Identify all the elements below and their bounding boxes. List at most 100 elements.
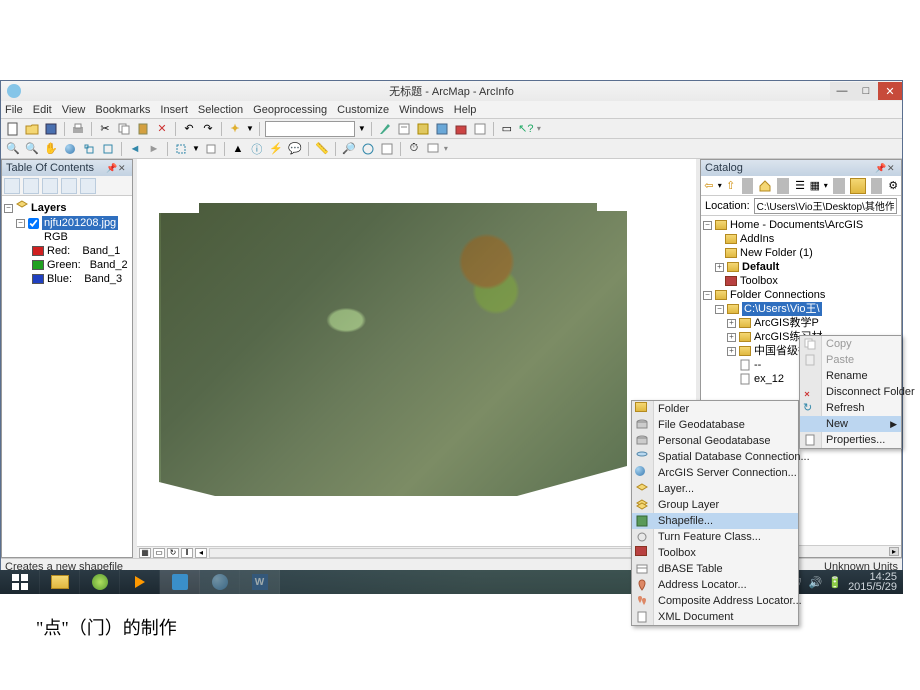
options-icon[interactable]: ⚙ [887, 178, 899, 194]
map-view[interactable] [137, 159, 696, 546]
html-popup-icon[interactable]: 💬 [287, 141, 303, 157]
tree-item[interactable]: -- [754, 358, 761, 372]
hyperlink-icon[interactable]: ⚡ [268, 141, 284, 157]
scroll-left-icon[interactable]: ◂ [195, 548, 207, 558]
menu-customize[interactable]: Customize [337, 104, 389, 116]
open-icon[interactable] [24, 121, 40, 137]
menu-item-grouplayer[interactable]: Group Layer [632, 497, 798, 513]
fixed-zoomin-icon[interactable] [81, 141, 97, 157]
menu-item-dbase[interactable]: dBASE Table [632, 561, 798, 577]
back-extent-icon[interactable]: ◄ [127, 141, 143, 157]
layer-visibility-checkbox[interactable] [28, 218, 39, 229]
menu-item-disconnect[interactable]: Disconnect Folder [800, 384, 901, 400]
expand-icon[interactable]: + [727, 347, 736, 356]
scale-combo[interactable] [265, 121, 355, 137]
pointer-icon[interactable]: ▲ [230, 141, 246, 157]
menu-item-layer[interactable]: Layer... [632, 481, 798, 497]
taskbar-app-explorer[interactable] [40, 570, 80, 594]
catalog-close-icon[interactable]: ✕ [887, 163, 897, 173]
menu-item-toolbox[interactable]: Toolbox [632, 545, 798, 561]
tree-item[interactable]: ArcGIS教学P [754, 316, 819, 330]
folder-connections-node[interactable]: Folder Connections [730, 288, 825, 302]
back-icon[interactable]: ⇦ [703, 178, 715, 194]
pan-icon[interactable]: ✋ [43, 141, 59, 157]
menu-item-sde[interactable]: Spatial Database Connection... [632, 449, 798, 465]
find-icon[interactable]: 🔎 [341, 141, 357, 157]
list-by-drawing-icon[interactable] [4, 178, 20, 194]
menu-insert[interactable]: Insert [160, 104, 188, 116]
expand-icon[interactable]: + [727, 333, 736, 342]
tray-icon[interactable]: 🔋 [828, 576, 842, 589]
menu-item-xml[interactable]: XML Document [632, 609, 798, 625]
menu-item-turnfc[interactable]: Turn Feature Class... [632, 529, 798, 545]
menu-edit[interactable]: Edit [33, 104, 52, 116]
delete-icon[interactable]: ✕ [154, 121, 170, 137]
search-window-icon[interactable] [434, 121, 450, 137]
selected-folder-node[interactable]: C:\Users\Vio王\ [742, 302, 822, 316]
clear-selection-icon[interactable] [203, 141, 219, 157]
toggle-tree-icon[interactable]: ☰ [794, 178, 806, 194]
forward-extent-icon[interactable]: ► [146, 141, 162, 157]
toc-icon[interactable] [396, 121, 412, 137]
create-viewer-icon[interactable] [425, 141, 441, 157]
home-node[interactable]: Home - Documents\ArcGIS [730, 218, 863, 232]
python-icon[interactable] [472, 121, 488, 137]
new-doc-icon[interactable] [5, 121, 21, 137]
list-by-source-icon[interactable] [23, 178, 39, 194]
expand-icon[interactable]: + [715, 263, 724, 272]
up-icon[interactable]: ⇧ [725, 178, 737, 194]
measure-icon[interactable]: 📏 [314, 141, 330, 157]
refresh-view-icon[interactable]: ↻ [167, 548, 179, 558]
time-slider-icon[interactable]: ⏱ [406, 141, 422, 157]
taskbar-clock[interactable]: 14:252015/5/29 [848, 572, 897, 592]
layer-node[interactable]: njfu201208.jpg [42, 216, 118, 230]
layout-view-icon[interactable]: ▭ [153, 548, 165, 558]
start-button[interactable] [0, 570, 40, 594]
data-view-icon[interactable]: ▦ [139, 548, 151, 558]
tree-item[interactable]: Toolbox [740, 274, 778, 288]
list-view-icon[interactable]: ▦ [809, 178, 821, 194]
toc-close-icon[interactable]: ✕ [118, 163, 128, 173]
menu-item-refresh[interactable]: ↻Refresh [800, 400, 901, 416]
tree-item[interactable]: ex_12 [754, 372, 784, 386]
menu-geoprocessing[interactable]: Geoprocessing [253, 104, 327, 116]
catalog-window-icon[interactable] [415, 121, 431, 137]
fixed-zoomout-icon[interactable] [100, 141, 116, 157]
menu-item-new[interactable]: New▶ [800, 416, 901, 432]
collapse-icon[interactable]: − [715, 305, 724, 314]
horizontal-scrollbar[interactable] [209, 548, 694, 558]
editor-toolbar-icon[interactable] [377, 121, 393, 137]
maximize-button[interactable]: □ [854, 82, 878, 100]
whatsthis-icon[interactable]: ↖? [518, 121, 534, 137]
pin-icon[interactable]: 📌 [106, 163, 116, 173]
list-by-visibility-icon[interactable] [42, 178, 58, 194]
menu-view[interactable]: View [62, 104, 86, 116]
minimize-button[interactable]: — [830, 82, 854, 100]
taskbar-app-arcmap[interactable] [160, 570, 200, 594]
collapse-icon[interactable]: − [4, 204, 13, 213]
full-extent-icon[interactable] [62, 141, 78, 157]
menu-item-folder[interactable]: Folder [632, 401, 798, 417]
cut-icon[interactable]: ✂ [97, 121, 113, 137]
menu-bookmarks[interactable]: Bookmarks [95, 104, 150, 116]
toolbox-icon[interactable] [453, 121, 469, 137]
menu-item-filegdb[interactable]: File Geodatabase [632, 417, 798, 433]
home-icon[interactable] [758, 178, 772, 194]
menu-help[interactable]: Help [454, 104, 477, 116]
save-icon[interactable] [43, 121, 59, 137]
menu-file[interactable]: File [5, 104, 23, 116]
tree-item[interactable]: Default [742, 260, 779, 274]
menu-item-shapefile[interactable]: Shapefile... [632, 513, 798, 529]
menu-item-properties[interactable]: Properties... [800, 432, 901, 448]
copy-icon[interactable] [116, 121, 132, 137]
layers-node[interactable]: Layers [31, 201, 66, 215]
menu-item-composite-locator[interactable]: Composite Address Locator... [632, 593, 798, 609]
collapse-icon[interactable]: − [703, 291, 712, 300]
menu-selection[interactable]: Selection [198, 104, 243, 116]
collapse-icon[interactable]: − [16, 219, 25, 228]
menu-item-rename[interactable]: Rename [800, 368, 901, 384]
taskbar-app[interactable] [80, 570, 120, 594]
pin-icon[interactable]: 📌 [875, 163, 885, 173]
modelbuilder-icon[interactable]: ▭ [499, 121, 515, 137]
findroute-icon[interactable] [360, 141, 376, 157]
